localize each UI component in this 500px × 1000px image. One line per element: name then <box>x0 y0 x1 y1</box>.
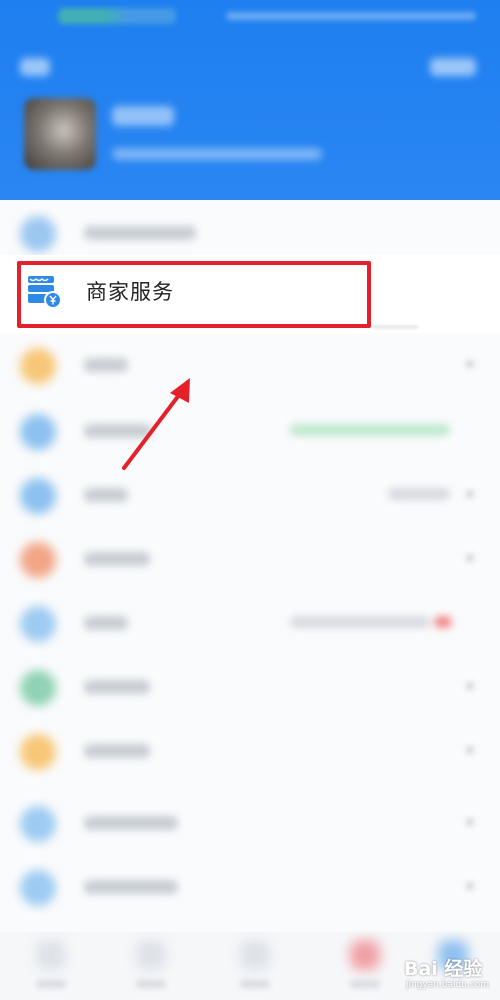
red-dot-badge <box>434 616 452 628</box>
chevron-right-icon <box>466 682 474 690</box>
menu-item-icon <box>20 216 56 252</box>
chevron-right-icon <box>466 360 474 368</box>
tab-label <box>136 980 166 988</box>
status-icons <box>226 12 476 20</box>
status-bar <box>0 0 500 36</box>
menu-item-label <box>84 744 150 758</box>
status-carrier-indicator <box>58 8 176 24</box>
menu-item-label <box>84 226 196 240</box>
menu-item-label <box>84 552 150 566</box>
tab-label <box>240 980 270 988</box>
menu-item-label <box>84 680 150 694</box>
tab-label <box>36 980 66 988</box>
back-button[interactable] <box>20 58 50 76</box>
chevron-right-icon <box>466 818 474 826</box>
highlight-box <box>17 261 371 328</box>
list-item[interactable] <box>0 462 500 526</box>
chevron-right-icon <box>466 490 474 498</box>
pointer-arrow-icon <box>122 378 190 470</box>
list-item[interactable] <box>0 790 500 854</box>
chevron-right-icon <box>466 554 474 562</box>
tab-fourth[interactable] <box>350 940 380 970</box>
list-item[interactable] <box>0 718 500 782</box>
avatar[interactable] <box>24 98 96 170</box>
divider <box>372 325 418 329</box>
menu-item-icon <box>20 348 56 384</box>
profile-header <box>0 0 500 200</box>
list-item[interactable] <box>0 332 500 396</box>
chevron-right-icon <box>466 882 474 890</box>
tab-second[interactable] <box>136 940 166 970</box>
menu-item-icon <box>20 606 56 642</box>
menu-item-label <box>84 616 128 630</box>
list-item[interactable] <box>0 526 500 590</box>
menu-item-value <box>388 488 450 500</box>
list-item[interactable] <box>0 854 500 918</box>
watermark-text: Bai 经验 <box>404 958 483 980</box>
menu-item-icon <box>20 870 56 906</box>
tab-third[interactable] <box>240 940 270 970</box>
menu-item-icon <box>20 734 56 770</box>
watermark: Bai 经验 jingyan.baidu.com <box>398 950 498 998</box>
menu-item-label <box>84 488 128 502</box>
menu-item-label <box>84 816 178 830</box>
menu-item-value <box>290 616 430 628</box>
menu-item-icon <box>20 806 56 842</box>
menu-item-icon <box>20 670 56 706</box>
tab-home[interactable] <box>36 940 66 970</box>
header-action-button[interactable] <box>430 58 476 76</box>
menu-item-icon <box>20 414 56 450</box>
list-item[interactable] <box>0 654 500 718</box>
menu-item-badge <box>290 424 450 436</box>
menu-item-icon <box>20 542 56 578</box>
username <box>112 106 174 126</box>
tab-label <box>350 980 380 988</box>
chevron-right-icon <box>466 746 474 754</box>
list-item[interactable] <box>0 590 500 654</box>
menu-item-label <box>84 880 178 894</box>
list-item[interactable] <box>0 398 500 462</box>
menu-item-icon <box>20 478 56 514</box>
watermark-url: jingyan.baidu.com <box>406 980 490 990</box>
user-subtitle <box>112 148 322 160</box>
